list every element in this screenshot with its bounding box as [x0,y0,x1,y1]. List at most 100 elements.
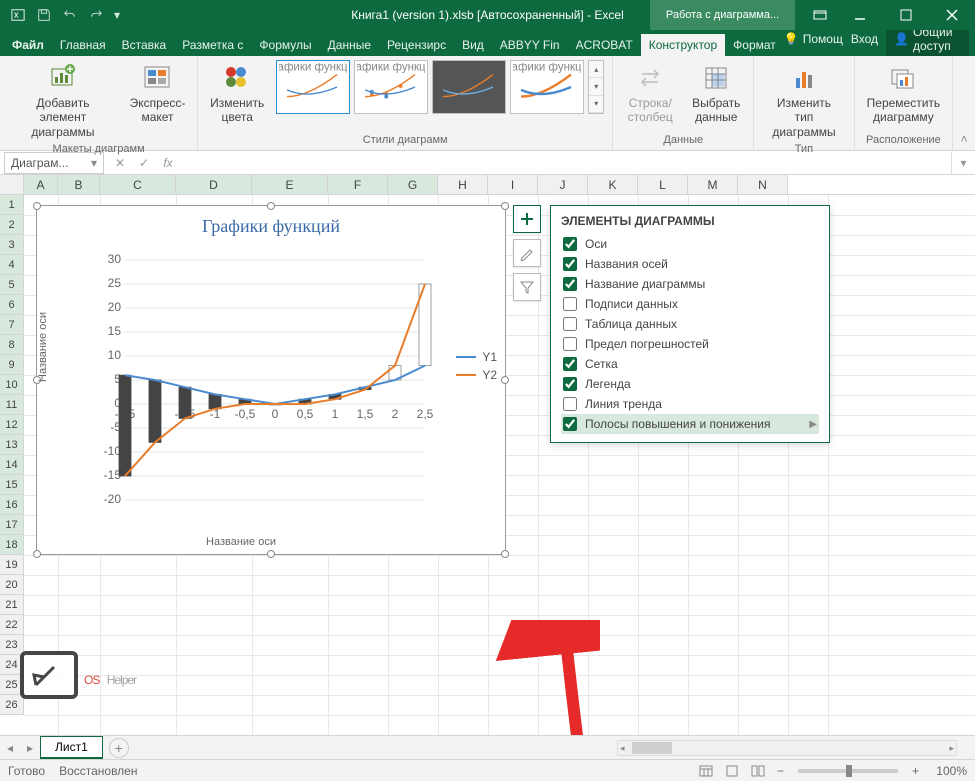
row-header[interactable]: 13 [0,435,24,455]
col-header[interactable]: D [176,175,252,194]
select-data-button[interactable]: Выбрать данные [687,60,745,127]
checkbox[interactable] [563,357,577,371]
fx-icon[interactable]: fx [156,152,180,174]
cancel-icon[interactable]: ✕ [108,152,132,174]
col-header[interactable]: H [438,175,488,194]
switch-row-col-button[interactable]: Строка/ столбец [621,60,679,127]
row-header[interactable]: 15 [0,475,24,495]
row-header[interactable]: 14 [0,455,24,475]
col-header[interactable]: I [488,175,538,194]
add-sheet-button[interactable]: + [109,738,129,758]
undo-icon[interactable] [58,3,82,27]
checkbox[interactable] [563,337,577,351]
checkbox[interactable] [563,277,577,291]
zoom-level[interactable]: 100% [927,764,967,778]
maximize-button[interactable] [883,0,929,30]
zoom-in-button[interactable]: + [908,764,923,778]
horizontal-scrollbar[interactable]: ◂▸ [617,740,957,756]
tab-design[interactable]: Конструктор [641,34,725,56]
checkbox[interactable] [563,237,577,251]
tab-scroll-left[interactable]: ◂ [0,738,20,758]
tab-acrobat[interactable]: ACROBAT [568,34,641,56]
col-header[interactable]: G [388,175,438,194]
ribbon-options-icon[interactable] [803,0,837,30]
row-header[interactable]: 19 [0,555,24,575]
select-all-corner[interactable] [0,175,24,195]
chart-style-2[interactable]: Графики функций [354,60,428,114]
flyout-item[interactable]: Подписи данных [561,294,819,314]
tab-abbyy[interactable]: ABBYY Fin [492,34,568,56]
minimize-button[interactable] [837,0,883,30]
row-header[interactable]: 17 [0,515,24,535]
checkbox[interactable] [563,297,577,311]
page-break-view-icon[interactable] [747,762,769,780]
tab-file[interactable]: Файл [4,34,52,56]
col-header[interactable]: M [688,175,738,194]
qa-customize-icon[interactable]: ▾ [110,3,124,27]
row-header[interactable]: 4 [0,255,24,275]
row-header[interactable]: 10 [0,375,24,395]
chart-style-3[interactable] [432,60,506,114]
chart-filters-button[interactable] [513,273,541,301]
formula-input[interactable] [180,152,951,174]
flyout-item[interactable]: Предел погрешностей [561,334,819,354]
chart-legend[interactable]: Y1 Y2 [456,346,497,386]
plot-area[interactable]: -20-15-10-5051015202530-2,5-2-1,5-1-0,50… [95,250,435,530]
row-header[interactable]: 20 [0,575,24,595]
quick-layout-button[interactable]: Экспресс- макет [126,60,189,127]
tab-formulas[interactable]: Формулы [251,34,319,56]
zoom-slider[interactable] [798,769,898,773]
normal-view-icon[interactable] [695,762,717,780]
row-header[interactable]: 21 [0,595,24,615]
close-button[interactable] [929,0,975,30]
chart-elements-button[interactable] [513,205,541,233]
sheet-tab[interactable]: Лист1 [40,736,103,759]
flyout-item[interactable]: Название диаграммы [561,274,819,294]
col-header[interactable]: K [588,175,638,194]
name-box[interactable]: Диаграм...▾ [4,152,104,174]
col-header[interactable]: C [100,175,176,194]
flyout-item[interactable]: Линия тренда [561,394,819,414]
tab-format[interactable]: Формат [725,34,784,56]
checkbox[interactable] [563,257,577,271]
redo-icon[interactable] [84,3,108,27]
tab-view[interactable]: Вид [454,34,492,56]
checkbox[interactable] [563,377,577,391]
row-header[interactable]: 22 [0,615,24,635]
flyout-item[interactable]: Полосы повышения и понижения▶ [561,414,819,434]
row-header[interactable]: 9 [0,355,24,375]
sign-in[interactable]: Вход [851,32,878,46]
flyout-item[interactable]: Оси [561,234,819,254]
row-header[interactable]: 6 [0,295,24,315]
embedded-chart[interactable]: Графики функций Название оси -20-15-10-5… [36,205,506,555]
col-header[interactable]: E [252,175,328,194]
row-header[interactable]: 12 [0,415,24,435]
expand-formula-icon[interactable]: ▾ [951,152,975,174]
tab-data[interactable]: Данные [320,34,379,56]
chart-styles-button[interactable] [513,239,541,267]
move-chart-button[interactable]: Переместить диаграмму [863,60,945,127]
row-header[interactable]: 7 [0,315,24,335]
save-icon[interactable] [32,3,56,27]
row-header[interactable]: 1 [0,195,24,215]
checkbox[interactable] [563,397,577,411]
chart-style-4[interactable]: Графики функций [510,60,584,114]
flyout-item[interactable]: Легенда [561,374,819,394]
col-header[interactable]: A [24,175,58,194]
row-header[interactable]: 5 [0,275,24,295]
x-axis-title[interactable]: Название оси [37,536,445,548]
checkbox[interactable] [563,317,577,331]
enter-icon[interactable]: ✓ [132,152,156,174]
tab-home[interactable]: Главная [52,34,114,56]
change-colors-button[interactable]: Изменить цвета [206,60,268,127]
style-gallery-more[interactable]: ▴▾▾ [588,60,604,114]
col-header[interactable]: L [638,175,688,194]
add-chart-element-button[interactable]: Добавить элемент диаграммы [8,60,118,141]
flyout-item[interactable]: Таблица данных [561,314,819,334]
row-header[interactable]: 18 [0,535,24,555]
row-header[interactable]: 16 [0,495,24,515]
flyout-item[interactable]: Сетка [561,354,819,374]
row-header[interactable]: 3 [0,235,24,255]
flyout-item[interactable]: Названия осей [561,254,819,274]
chart-style-1[interactable]: Графики функций [276,60,350,114]
